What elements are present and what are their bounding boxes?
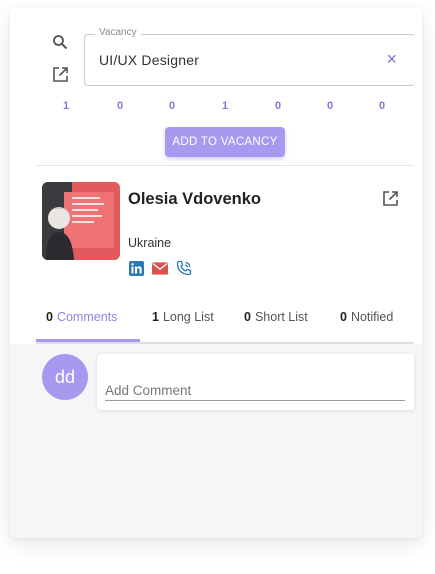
candidate-card: Vacancy UI/UX Designer × 1 0 0 1 0 0 0 A… (10, 8, 422, 538)
tab-comments[interactable]: 0 Comments (46, 310, 117, 324)
tab-long-list-label: Long List (162, 310, 214, 324)
count-4: 1 (221, 100, 229, 112)
add-comment-input[interactable] (105, 380, 405, 401)
tab-long-list-count: 1 (152, 310, 159, 324)
email-icon[interactable] (152, 260, 168, 276)
linkedin-icon[interactable] (128, 260, 144, 276)
contact-icons (128, 260, 192, 276)
tab-short-list[interactable]: 0 Short List (244, 310, 308, 324)
tab-notified[interactable]: 0 Notified (340, 310, 414, 324)
count-2: 0 (116, 100, 124, 112)
count-7: 0 (378, 100, 386, 112)
search-icon[interactable] (50, 32, 70, 52)
tab-long-list[interactable]: 1 Long List (152, 310, 214, 324)
open-profile-icon[interactable] (382, 190, 400, 208)
phone-icon[interactable] (176, 260, 192, 276)
vacancy-counts: 1 0 0 1 0 0 0 (50, 100, 410, 116)
clear-vacancy-icon[interactable]: × (386, 49, 397, 69)
tab-short-list-label: Short List (254, 310, 308, 324)
count-5: 0 (274, 100, 282, 112)
active-tab-indicator (36, 339, 140, 342)
tab-comments-label: Comments (56, 310, 118, 324)
open-external-icon[interactable] (50, 64, 70, 84)
tab-notified-label: Notified (350, 310, 394, 324)
vacancy-label: Vacancy (95, 27, 141, 38)
vacancy-value[interactable]: UI/UX Designer (99, 52, 199, 68)
count-1: 1 (62, 100, 70, 112)
user-avatar: dd (42, 354, 88, 400)
count-6: 0 (326, 100, 334, 112)
tab-notified-count: 0 (340, 310, 347, 324)
count-3: 0 (168, 100, 176, 112)
candidate-location: Ukraine (128, 236, 172, 250)
comment-box (97, 354, 414, 410)
tab-comments-count: 0 (46, 310, 53, 324)
candidate-name[interactable]: Olesia Vdovenko (128, 190, 261, 209)
add-to-vacancy-button[interactable]: ADD TO VACANCY (165, 127, 285, 157)
divider (36, 165, 414, 166)
candidate-photo (42, 182, 120, 260)
candidate-tabs: 0 Comments 1 Long List 0 Short List 0 Notifi… (36, 306, 414, 344)
vacancy-field[interactable]: Vacancy UI/UX Designer × (84, 27, 415, 86)
tab-short-list-count: 0 (244, 310, 251, 324)
